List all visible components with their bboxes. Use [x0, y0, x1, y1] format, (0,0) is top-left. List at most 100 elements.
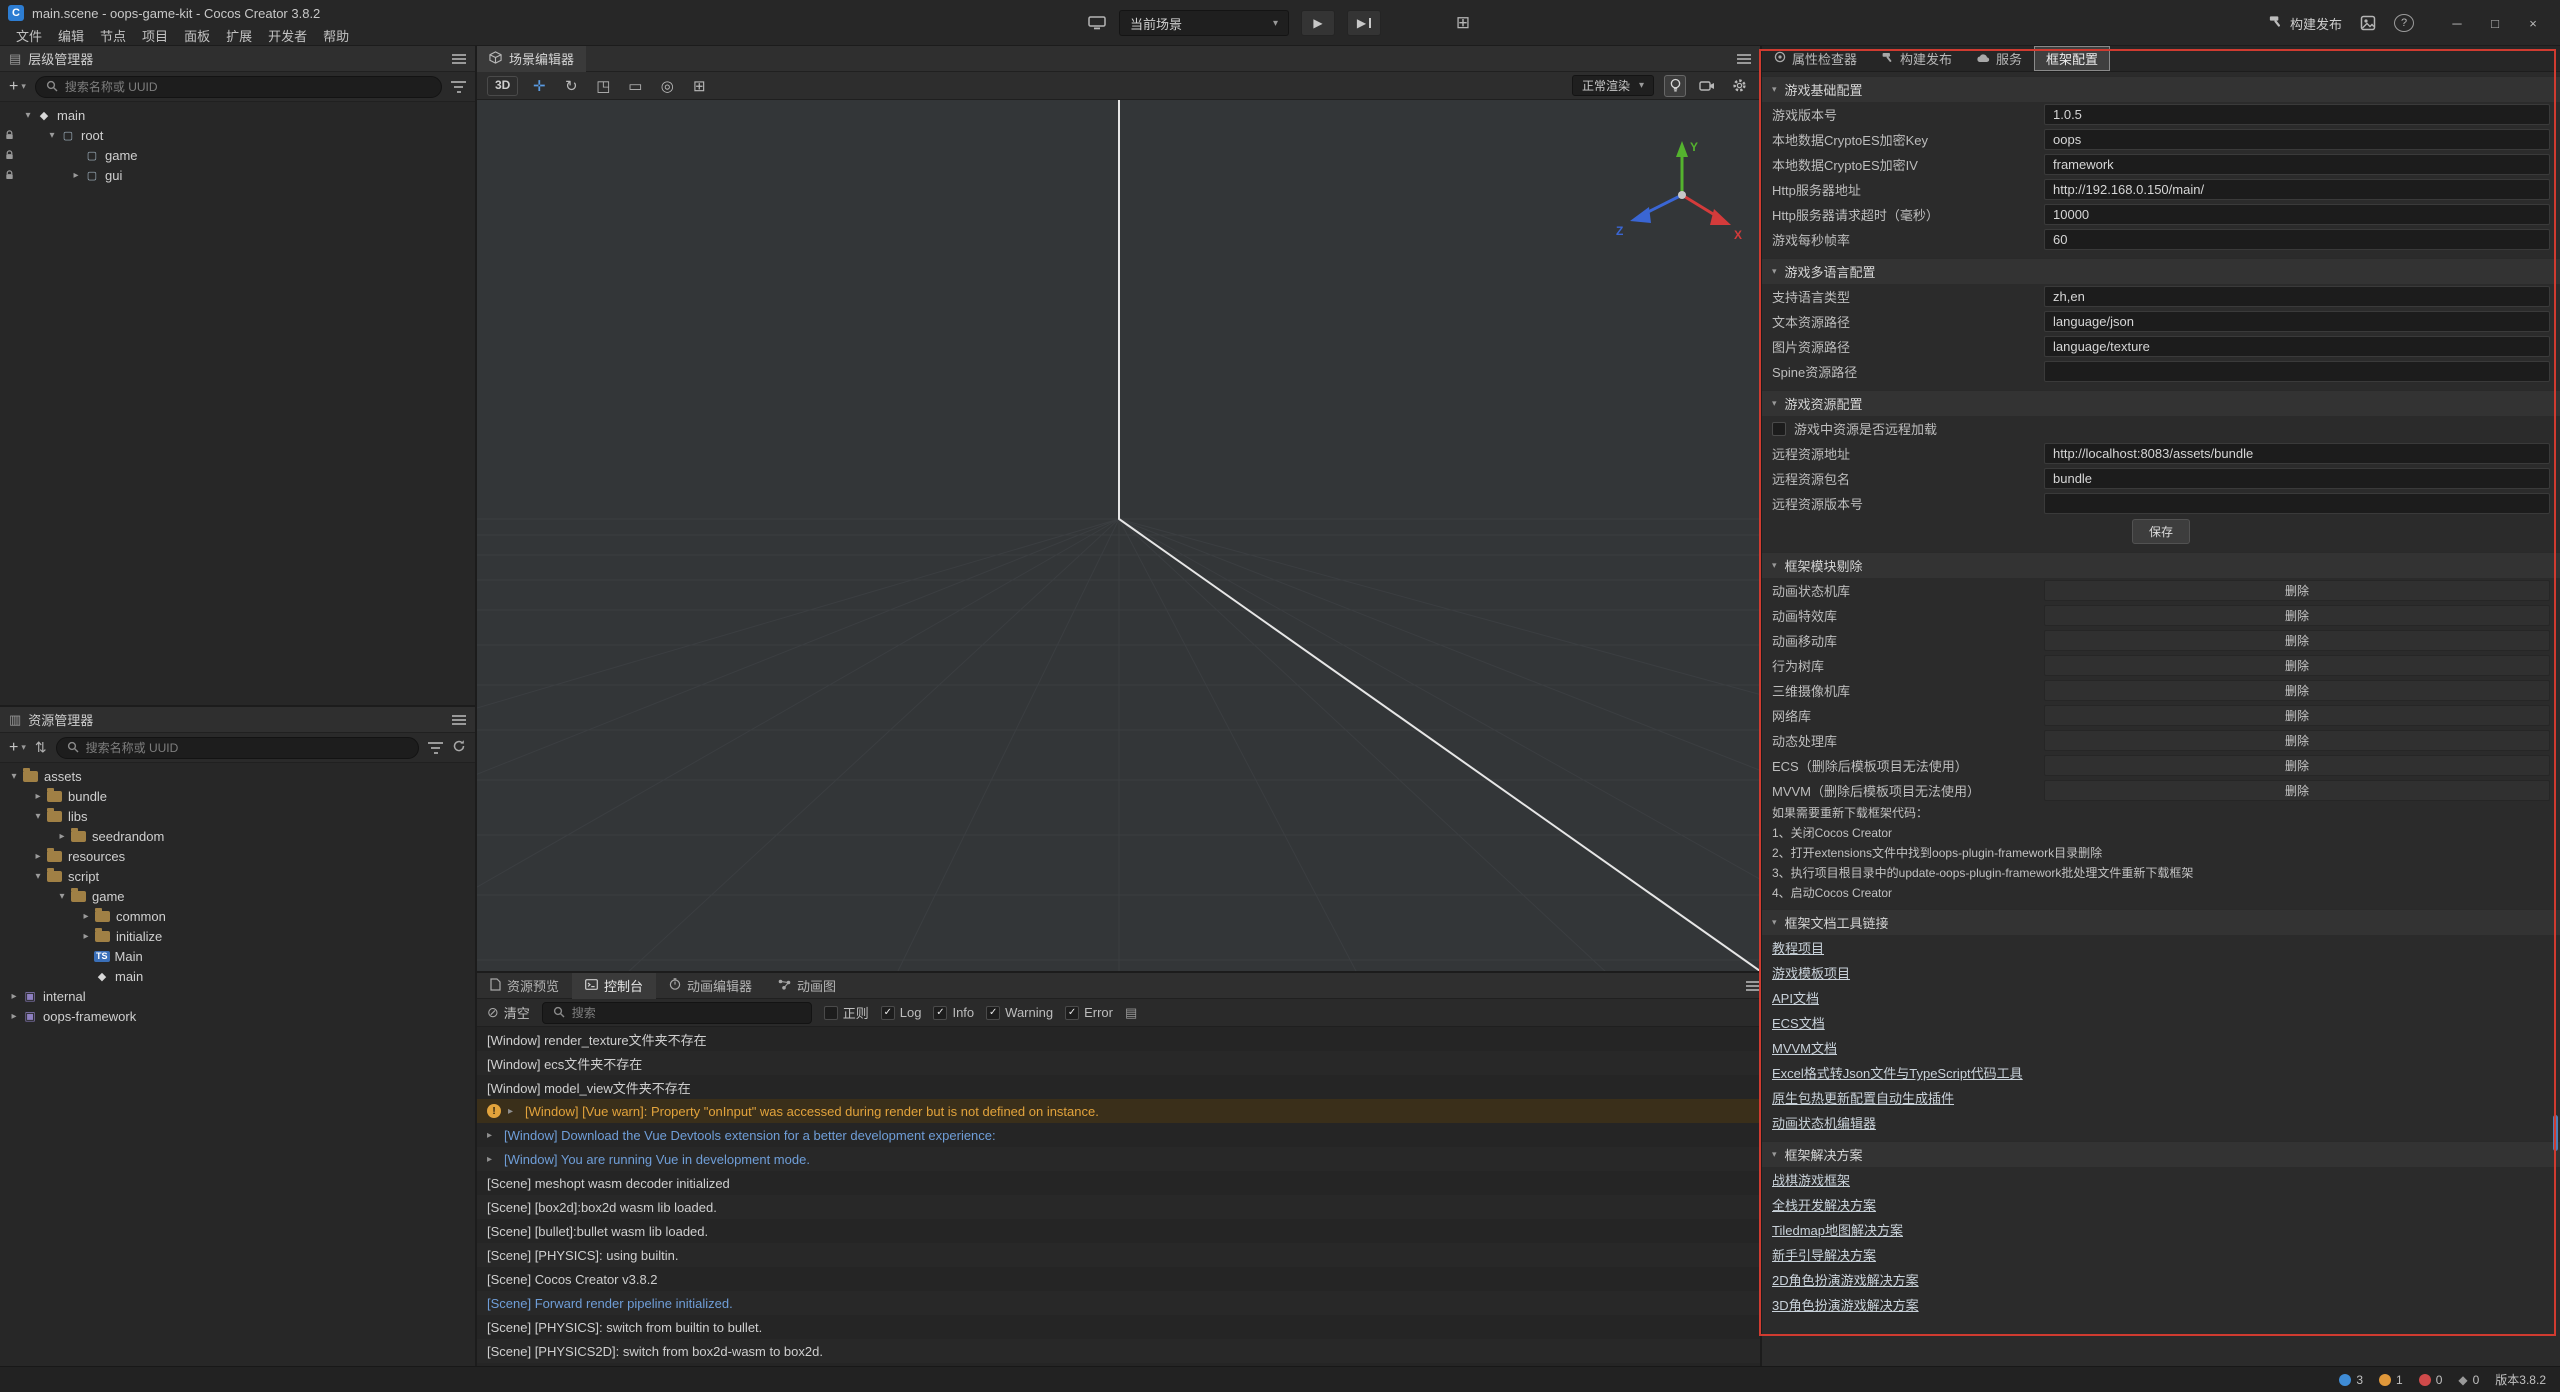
refresh-icon[interactable] — [452, 739, 466, 756]
section-header[interactable]: ▾游戏多语言配置 — [1762, 258, 2560, 284]
doc-link[interactable]: 2D角色扮演游戏解决方案 — [1772, 1270, 1919, 1289]
field-input[interactable] — [2044, 468, 2550, 489]
save-button[interactable]: 保存 — [2132, 519, 2190, 544]
sort-icon[interactable]: ⇅ — [35, 739, 47, 756]
play-button[interactable]: ▶ — [1301, 10, 1335, 36]
section-header[interactable]: ▾框架模块剔除 — [1762, 552, 2560, 578]
doc-link[interactable]: 动画状态机编辑器 — [1772, 1113, 1876, 1132]
field-input[interactable] — [2044, 154, 2550, 175]
menu-item[interactable]: 文件 — [8, 26, 50, 45]
console-log-row[interactable]: [Scene] [PHYSICS]: using builtin. — [477, 1243, 1760, 1267]
filter-icon[interactable] — [451, 81, 466, 93]
console-log-row[interactable]: ▸[Window] You are running Vue in develop… — [477, 1147, 1760, 1171]
pivot-toggle-icon[interactable]: ◎ — [656, 75, 678, 97]
doc-link[interactable]: MVVM文档 — [1772, 1038, 1837, 1057]
scale-tool-icon[interactable]: ◳ — [592, 75, 614, 97]
field-input[interactable] — [2044, 361, 2550, 382]
doc-link[interactable]: 新手引导解决方案 — [1772, 1245, 1876, 1264]
console-log-row[interactable]: !▸[Window] [Vue warn]: Property "onInput… — [477, 1099, 1760, 1123]
console-log-row[interactable]: [Scene] [box2d]:box2d wasm lib loaded. — [477, 1195, 1760, 1219]
field-input[interactable] — [2044, 129, 2550, 150]
expand-arrow[interactable]: ▸ — [508, 1106, 518, 1117]
tree-row[interactable]: ▾script — [0, 866, 475, 886]
expand-arrow[interactable]: ▾ — [44, 130, 60, 141]
gear-icon[interactable] — [1728, 75, 1750, 97]
expand-arrow[interactable]: ▸ — [54, 831, 70, 842]
tree-row[interactable]: ▸seedrandom — [0, 826, 475, 846]
field-input[interactable] — [2044, 311, 2550, 332]
delete-module-button[interactable]: 删除 — [2044, 705, 2550, 726]
tree-row[interactable]: ▢game — [0, 145, 475, 165]
panel-menu-icon[interactable] — [452, 715, 466, 725]
tab-framework-config[interactable]: 框架配置 — [2034, 46, 2110, 71]
field-input[interactable] — [2044, 286, 2550, 307]
add-node-button[interactable]: +▾ — [9, 79, 26, 95]
console-log-row[interactable]: [Scene] [PHYSICS2D]: switch from box2d-w… — [477, 1339, 1760, 1363]
menu-item[interactable]: 项目 — [134, 26, 176, 45]
filter-checkbox-log[interactable]: ✓Log — [881, 1005, 922, 1020]
tree-row[interactable]: ▸bundle — [0, 786, 475, 806]
export-log-icon[interactable]: ▤ — [1125, 1005, 1137, 1021]
doc-link[interactable]: 全栈开发解决方案 — [1772, 1195, 1876, 1214]
field-input[interactable] — [2044, 204, 2550, 225]
rotate-tool-icon[interactable]: ↻ — [560, 75, 582, 97]
delete-module-button[interactable]: 删除 — [2044, 580, 2550, 601]
rect-tool-icon[interactable]: ▭ — [624, 75, 646, 97]
store-icon[interactable] — [2358, 12, 2378, 34]
expand-arrow[interactable]: ▸ — [30, 791, 46, 802]
menu-item[interactable]: 开发者 — [260, 26, 315, 45]
help-icon[interactable]: ? — [2394, 14, 2414, 32]
console-log-row[interactable]: [Window] ecs文件夹不存在 — [477, 1051, 1760, 1075]
3d-mode-toggle[interactable]: 3D — [487, 76, 518, 96]
doc-link[interactable]: Excel格式转Json文件与TypeScript代码工具 — [1772, 1063, 2023, 1082]
delete-module-button[interactable]: 删除 — [2044, 755, 2550, 776]
expand-arrow[interactable]: ▸ — [487, 1154, 497, 1165]
clear-console-button[interactable]: ⊘ 清空 — [487, 1003, 530, 1022]
warning-count[interactable]: 1 — [2379, 1373, 2403, 1387]
section-header[interactable]: ▾游戏基础配置 — [1762, 76, 2560, 102]
console-log-row[interactable]: [Window] render_texture文件夹不存在 — [477, 1027, 1760, 1051]
tab-service[interactable]: 服务 — [1964, 46, 2034, 71]
delete-module-button[interactable]: 删除 — [2044, 655, 2550, 676]
lock-icon[interactable] — [4, 129, 15, 144]
filter-checkbox-warning[interactable]: ✓Warning — [986, 1005, 1053, 1020]
expand-arrow[interactable]: ▾ — [30, 871, 46, 882]
tab-animation-graph[interactable]: 动画图 — [765, 973, 849, 999]
delete-module-button[interactable]: 删除 — [2044, 605, 2550, 626]
move-tool-icon[interactable]: ✛ — [528, 75, 550, 97]
delete-module-button[interactable]: 删除 — [2044, 730, 2550, 751]
menu-item[interactable]: 面板 — [176, 26, 218, 45]
panel-menu-icon[interactable] — [1737, 54, 1751, 64]
tab-console[interactable]: 控制台 — [572, 973, 656, 999]
console-log-row[interactable]: [Scene] [PHYSICS]: switch from builtin t… — [477, 1315, 1760, 1339]
tree-row[interactable]: ▾▢root — [0, 125, 475, 145]
tab-build-publish[interactable]: 构建发布 — [1869, 46, 1964, 71]
doc-link[interactable]: 战棋游戏框架 — [1772, 1170, 1850, 1189]
minimize-button[interactable]: ─ — [2440, 8, 2474, 38]
lock-icon[interactable] — [4, 169, 15, 184]
menu-item[interactable]: 帮助 — [315, 26, 357, 45]
field-input[interactable] — [2044, 493, 2550, 514]
field-input[interactable] — [2044, 179, 2550, 200]
tab-animation-editor[interactable]: 动画编辑器 — [656, 973, 765, 999]
filter-checkbox-info[interactable]: ✓Info — [933, 1005, 974, 1020]
snap-toggle-icon[interactable]: ⊞ — [688, 75, 710, 97]
tree-row[interactable]: TSMain — [0, 946, 475, 966]
console-log-row[interactable]: ▸[Window] Download the Vue Devtools exte… — [477, 1123, 1760, 1147]
delete-module-button[interactable]: 删除 — [2044, 630, 2550, 651]
console-log-row[interactable]: [Scene] Forward render pipeline initiali… — [477, 1291, 1760, 1315]
tree-row[interactable]: ▾◆main — [0, 105, 475, 125]
scene-editor-tab[interactable]: 场景编辑器 — [477, 46, 586, 72]
scene-viewport[interactable]: Y X Z — [477, 100, 1760, 971]
tree-row[interactable]: ▸▣internal — [0, 986, 475, 1006]
filter-checkbox-error[interactable]: ✓Error — [1065, 1005, 1113, 1020]
maximize-button[interactable]: □ — [2478, 8, 2512, 38]
tree-row[interactable]: ▾assets — [0, 766, 475, 786]
delete-module-button[interactable]: 删除 — [2044, 680, 2550, 701]
console-log-row[interactable]: [Scene] [bullet]:bullet wasm lib loaded. — [477, 1219, 1760, 1243]
menu-item[interactable]: 扩展 — [218, 26, 260, 45]
scrollbar-thumb[interactable] — [2553, 1115, 2558, 1151]
task-count[interactable]: ◆ 0 — [2458, 1373, 2479, 1387]
layout-grid-icon[interactable]: ⊞ — [1453, 12, 1473, 34]
expand-arrow[interactable]: ▸ — [487, 1130, 497, 1141]
